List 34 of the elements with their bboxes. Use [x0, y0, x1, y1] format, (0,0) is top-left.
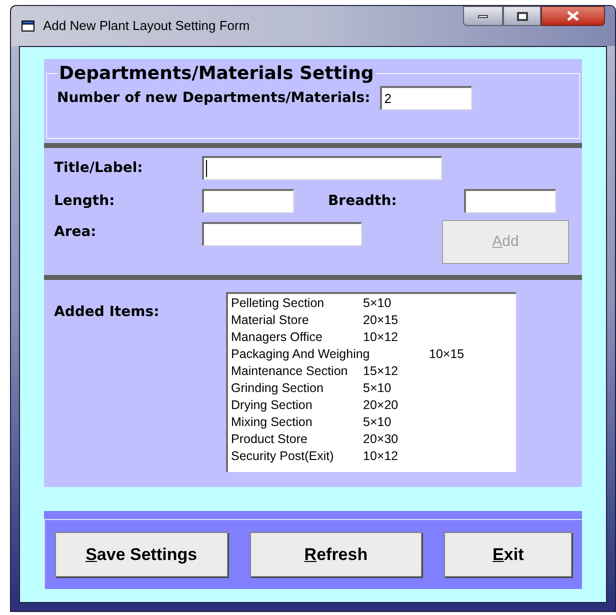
list-item[interactable]: Mixing Section 5×10	[231, 414, 513, 431]
window-icon	[21, 20, 35, 32]
list-item[interactable]: Drying Section 20×20	[231, 397, 513, 414]
added-items-list[interactable]	[226, 292, 516, 472]
minimize-button[interactable]	[463, 6, 503, 26]
list-item[interactable]: Product Store 20×30	[231, 431, 513, 448]
window-title: Add New Plant Layout Setting Form	[43, 17, 250, 36]
maximize-icon	[516, 12, 528, 20]
form-button[interactable]: Exit	[444, 532, 572, 577]
list-label: Added Items:	[54, 303, 160, 322]
breadth-field[interactable]	[464, 189, 556, 213]
field-label: Breadth:	[328, 192, 398, 210]
field-label: Area:	[54, 223, 98, 242]
title-field[interactable]	[202, 156, 442, 180]
list-item[interactable]: Maintenance Section 15×12	[231, 363, 513, 380]
list-item[interactable]: Security Post(Exit) 10×12	[231, 448, 513, 465]
list-item[interactable]: Material Store 20×15	[231, 312, 513, 329]
maximize-button[interactable]	[503, 6, 541, 26]
list-item[interactable]: Pelleting Section 5×10	[231, 295, 513, 312]
close-button[interactable]	[541, 6, 605, 26]
list-item[interactable]: Managers Office 10×12	[231, 329, 513, 346]
form-button[interactable]: Refresh	[250, 532, 422, 577]
minimize-icon	[478, 14, 488, 18]
field-label: Number of new Departments/Materials:	[57, 88, 370, 108]
length-field[interactable]	[202, 189, 294, 213]
list-item[interactable]: Packaging And Weighing 10×15	[231, 346, 513, 363]
number-field[interactable]: 2	[380, 86, 472, 110]
list-item[interactable]: Grinding Section 5×10	[231, 380, 513, 397]
close-icon	[567, 11, 579, 21]
field-label: Length:	[54, 192, 116, 210]
form-button[interactable]: Save Settings	[55, 532, 228, 577]
area-field[interactable]	[202, 222, 362, 246]
text-caret	[206, 160, 207, 177]
field-label: Title/Label:	[54, 158, 144, 178]
